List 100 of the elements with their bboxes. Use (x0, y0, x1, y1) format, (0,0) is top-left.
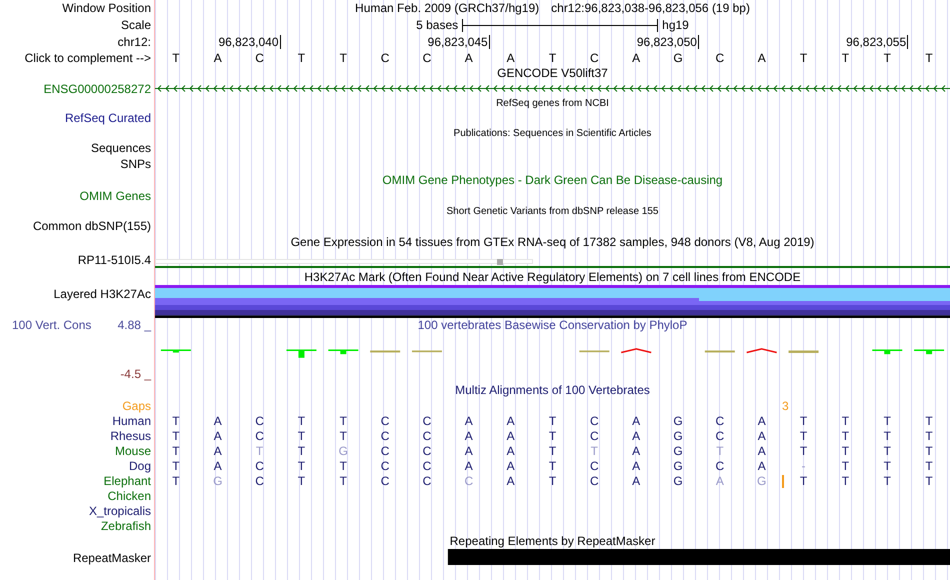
track-label[interactable]: X_tropicalis (88, 504, 151, 518)
aligned-base: T (925, 474, 933, 488)
aligned-base: T (800, 474, 808, 488)
gene-feature[interactable] (155, 85, 950, 92)
base-letter[interactable]: A (758, 50, 766, 64)
aligned-base: T (842, 414, 850, 428)
aligned-base: T (925, 414, 933, 428)
aligned-base: G (673, 428, 683, 442)
aligned-base: T (172, 474, 180, 488)
aligned-base: T (298, 474, 306, 488)
base-letter[interactable]: C (380, 50, 390, 64)
aligned-base: C (380, 414, 390, 428)
aligned-base: T (340, 458, 347, 472)
aligned-base: - (802, 458, 806, 472)
base-letter[interactable]: A (214, 50, 222, 64)
aligned-base: G (213, 474, 222, 488)
complement-link[interactable]: Click to complement --> (24, 50, 151, 64)
base-letter[interactable]: C (716, 50, 724, 64)
base-letter[interactable]: G (673, 50, 683, 64)
aligned-base: A (758, 414, 766, 428)
base-letter[interactable]: T (800, 50, 808, 64)
base-letter[interactable]: A (464, 50, 473, 64)
aligned-base: T (884, 474, 891, 488)
aligned-base: A (758, 444, 766, 458)
aligned-base: T (340, 474, 347, 488)
base-letter[interactable]: T (548, 50, 556, 64)
aligned-base: A (464, 444, 473, 458)
base-letter[interactable]: T (172, 50, 180, 64)
aligned-base: A (214, 458, 222, 472)
track-label[interactable]: Window Position (62, 1, 151, 15)
track-label[interactable]: Scale (120, 18, 151, 32)
track-label[interactable]: Sequences (90, 141, 151, 155)
aligned-base: T (590, 444, 598, 458)
aligned-base: G (338, 444, 348, 458)
track-label[interactable]: Rhesus (110, 428, 151, 442)
track-label[interactable]: RefSeq Curated (64, 111, 151, 125)
base-letter[interactable]: C (255, 50, 264, 64)
track-label[interactable]: RP11-510I5.4 (78, 252, 151, 266)
scale-label: 5 bases (416, 18, 458, 32)
aligned-base: C (380, 428, 390, 442)
aligned-base: C (255, 428, 264, 442)
aligned-base: A (506, 414, 515, 428)
base-letter[interactable]: T (842, 50, 850, 64)
track-label[interactable]: Zebrafish (100, 518, 151, 532)
aligned-base: T (548, 414, 556, 428)
aligned-base: G (673, 474, 683, 488)
aligned-base: T (800, 428, 808, 442)
aligned-base: A (758, 428, 766, 442)
track-label[interactable]: ENSG00000258272 (44, 82, 151, 96)
track-title: Repeating Elements by RepeatMasker (450, 534, 656, 548)
aligned-base: T (298, 428, 306, 442)
track-label[interactable]: OMIM Genes (80, 189, 151, 203)
aligned-base: T (716, 444, 724, 458)
base-letter[interactable]: C (422, 50, 432, 64)
aligned-base: A (716, 474, 724, 488)
aligned-base: T (884, 444, 891, 458)
base-letter[interactable]: T (884, 50, 891, 64)
aligned-base: C (380, 444, 390, 458)
aligned-base: A (506, 444, 515, 458)
aligned-base: T (298, 444, 306, 458)
aligned-base: T (842, 458, 850, 472)
track-label[interactable]: Chicken (108, 488, 151, 502)
aligned-base: C (255, 474, 264, 488)
aligned-base: A (464, 428, 473, 442)
base-letter[interactable]: T (298, 50, 306, 64)
track-label[interactable]: 100 Vert. Cons (12, 318, 92, 332)
track-label[interactable]: Layered H3K27Ac (54, 287, 151, 301)
track-label[interactable]: RepeatMasker (72, 550, 151, 564)
repeat-feature[interactable] (448, 549, 490, 565)
track-label[interactable]: Elephant (104, 474, 151, 488)
aligned-base: A (214, 414, 222, 428)
track-label[interactable]: Common dbSNP(155) (32, 219, 151, 233)
track-label[interactable]: Mouse (114, 444, 151, 458)
position-range: chr12:96,823,038-96,823,056 (19 bp) (551, 1, 750, 15)
aligned-base: C (464, 474, 474, 488)
base-letter[interactable]: C (590, 50, 599, 64)
aligned-base: A (464, 414, 473, 428)
repeat-feature[interactable] (908, 549, 950, 565)
track-label[interactable]: Dog (128, 458, 151, 472)
track-title: Multiz Alignments of 100 Vertebrates (455, 383, 650, 397)
ruler-label: 96,823,050 (636, 34, 699, 48)
aligned-base: G (673, 414, 683, 428)
track-label[interactable]: SNPs (120, 157, 151, 171)
track-label[interactable]: Human (112, 414, 151, 428)
expression-bar[interactable] (155, 259, 533, 265)
aligned-base: C (716, 428, 724, 442)
aligned-base: A (506, 458, 515, 472)
aligned-base: T (800, 444, 808, 458)
base-letter[interactable]: T (340, 50, 347, 64)
base-letter[interactable]: A (632, 50, 640, 64)
aligned-base: C (422, 444, 432, 458)
aligned-base: T (172, 458, 180, 472)
aligned-base: C (590, 414, 599, 428)
ruler-label: 96,823,055 (846, 34, 908, 48)
aligned-base: A (632, 458, 640, 472)
base-letter[interactable]: T (925, 50, 933, 64)
aligned-base: T (800, 414, 808, 428)
base-letter[interactable]: A (506, 50, 515, 64)
aligned-base: T (172, 428, 180, 442)
aligned-base: C (590, 458, 599, 472)
